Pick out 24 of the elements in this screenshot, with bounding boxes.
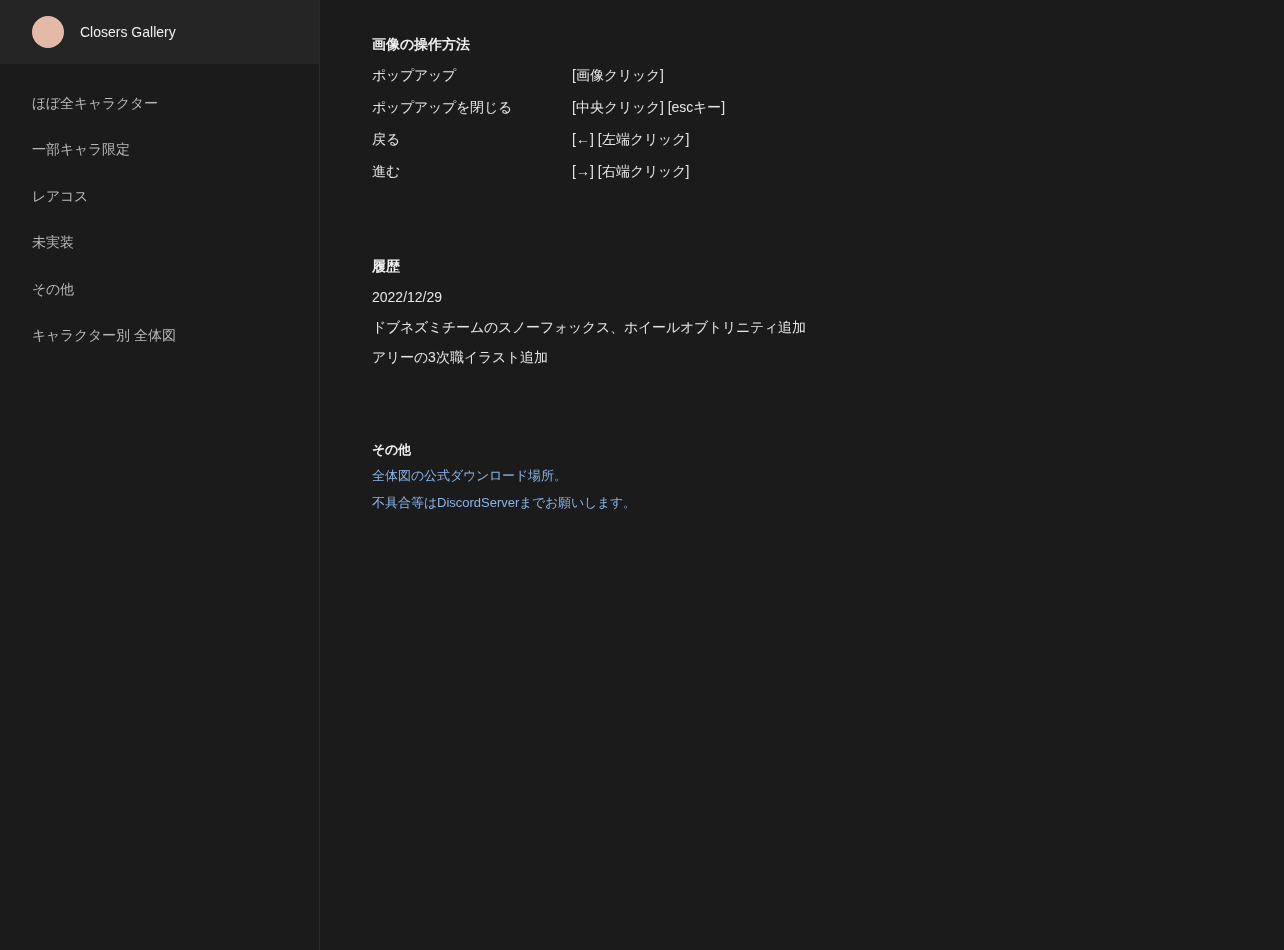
history-line: ドブネズミチームのスノーフォックス、ホイールオブトリニティ追加 bbox=[372, 318, 806, 337]
history-line: アリーの3次職イラスト追加 bbox=[372, 348, 549, 367]
avatar bbox=[32, 16, 64, 48]
nav-item[interactable]: その他 bbox=[0, 265, 106, 312]
section-heading: 履歴 bbox=[372, 257, 401, 276]
nav-item[interactable]: キャラクター別 全体図 bbox=[0, 311, 208, 359]
info-link[interactable]: 不具合等はDiscordServerまでお願いします。 bbox=[372, 489, 637, 516]
shortcut-text: [画像クリック] bbox=[572, 67, 664, 85]
nav-item[interactable]: 一部キャラ限定 bbox=[0, 126, 162, 173]
nav-item[interactable]: 未実装 bbox=[0, 219, 106, 266]
nav-item[interactable]: レアコス bbox=[0, 172, 120, 220]
action-label: ポップアップを閉じる bbox=[372, 99, 513, 117]
history-line: 2022/12/29 bbox=[372, 288, 444, 307]
shortcut-text: [←] [左端クリック] bbox=[572, 131, 690, 149]
site-title: Closers Gallery bbox=[80, 24, 176, 40]
nav-item[interactable]: ほぼ全キャラクター bbox=[0, 80, 190, 127]
info-link[interactable]: 全体図の公式ダウンロード場所。 bbox=[372, 462, 567, 489]
action-label: 戻る bbox=[372, 131, 401, 149]
section-heading: 画像の操作方法 bbox=[372, 35, 471, 54]
action-label: ポップアップ bbox=[372, 67, 458, 85]
section-heading: その他 bbox=[372, 441, 412, 459]
shortcut-text: [中央クリック] [escキー] bbox=[572, 99, 726, 117]
action-label: 進む bbox=[372, 163, 401, 181]
shortcut-text: [→] [右端クリック] bbox=[572, 163, 690, 181]
